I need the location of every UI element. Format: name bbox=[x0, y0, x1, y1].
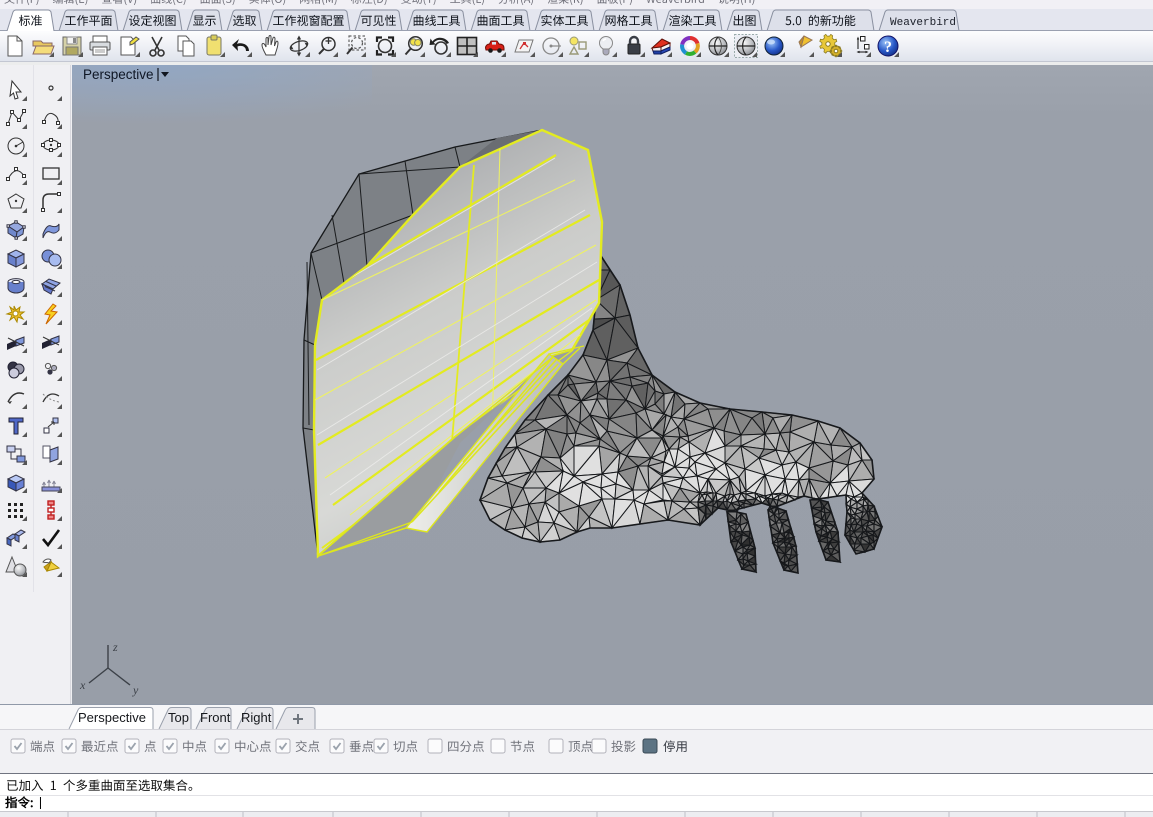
svg-text:Front: Front bbox=[200, 710, 231, 725]
svg-text:Top: Top bbox=[168, 710, 189, 725]
svg-text:z: z bbox=[112, 640, 118, 654]
svg-text:Perspective: Perspective bbox=[83, 67, 154, 82]
svg-text:Weaverbird: Weaverbird bbox=[890, 17, 956, 29]
svg-text:Right: Right bbox=[241, 710, 272, 725]
svg-text:?: ? bbox=[884, 39, 892, 56]
svg-text:Perspective: Perspective bbox=[78, 710, 146, 725]
svg-text:y: y bbox=[132, 683, 139, 697]
svg-text:x: x bbox=[79, 678, 86, 692]
